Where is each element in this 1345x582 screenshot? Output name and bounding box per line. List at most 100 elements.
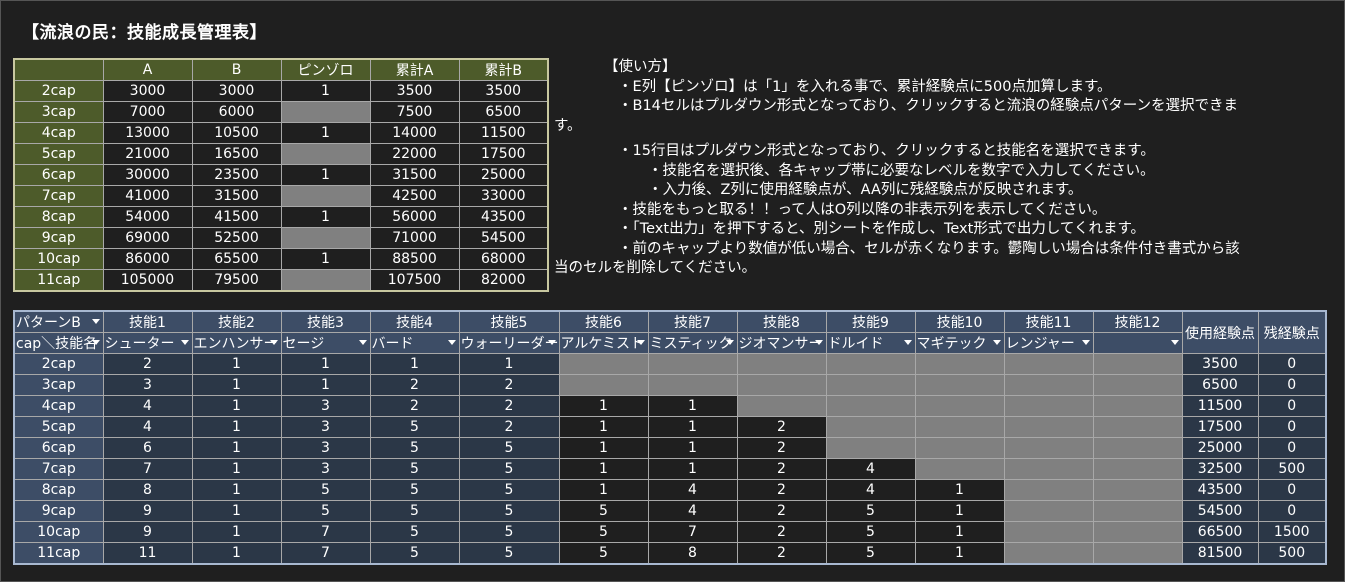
- skill-level-cell[interactable]: [914, 458, 1005, 480]
- corner-cell[interactable]: [13, 58, 104, 81]
- chevron-down-icon[interactable]: [725, 340, 734, 345]
- total-b-cell[interactable]: 82000: [458, 269, 549, 292]
- skill-name-dropdown-3[interactable]: セージ: [280, 332, 371, 354]
- cap-cell[interactable]: 9cap: [13, 500, 104, 522]
- cap-cell[interactable]: 7cap: [13, 458, 104, 480]
- skill-header-3[interactable]: 技能3: [280, 310, 371, 333]
- skill-header-4[interactable]: 技能4: [369, 310, 460, 333]
- remaining-exp-cell[interactable]: 0: [1257, 479, 1327, 501]
- skill-level-cell[interactable]: 3: [280, 416, 371, 438]
- cap-cell[interactable]: 2cap: [13, 353, 104, 375]
- chevron-down-icon[interactable]: [447, 340, 456, 345]
- used-exp-cell[interactable]: 3500: [1181, 353, 1259, 375]
- remaining-exp-cell[interactable]: 0: [1257, 437, 1327, 459]
- skill-level-cell[interactable]: [1003, 479, 1094, 501]
- total-b-cell[interactable]: 54500: [458, 227, 549, 249]
- total-a-cell[interactable]: 31500: [369, 164, 460, 186]
- skill-level-cell[interactable]: 8: [102, 479, 193, 501]
- skill-level-cell[interactable]: 5: [825, 500, 916, 522]
- skill-level-cell[interactable]: 4: [825, 479, 916, 501]
- skill-level-cell[interactable]: [1003, 374, 1094, 396]
- skill-name-dropdown-4[interactable]: バード: [369, 332, 460, 354]
- total-a-cell[interactable]: 14000: [369, 122, 460, 144]
- cap-cell[interactable]: 7cap: [13, 185, 104, 207]
- used-exp-cell[interactable]: 6500: [1181, 374, 1259, 396]
- skill-level-cell[interactable]: [914, 353, 1005, 375]
- chevron-down-icon[interactable]: [269, 340, 278, 345]
- skill-level-cell[interactable]: 2: [736, 479, 827, 501]
- skill-level-cell[interactable]: 3: [280, 458, 371, 480]
- skill-level-cell[interactable]: [558, 353, 649, 375]
- header-total-a[interactable]: 累計A: [369, 58, 460, 81]
- used-exp-cell[interactable]: 11500: [1181, 395, 1259, 417]
- skill-name-dropdown-12[interactable]: [1092, 332, 1183, 354]
- skill-level-cell[interactable]: 1: [647, 437, 738, 459]
- used-exp-cell[interactable]: 54500: [1181, 500, 1259, 522]
- skill-level-cell[interactable]: [825, 416, 916, 438]
- remaining-exp-cell[interactable]: 0: [1257, 374, 1327, 396]
- total-b-cell[interactable]: 33000: [458, 185, 549, 207]
- skill-level-cell[interactable]: [1092, 521, 1183, 543]
- used-exp-cell[interactable]: 43500: [1181, 479, 1259, 501]
- skill-header-10[interactable]: 技能10: [914, 310, 1005, 333]
- skill-level-cell[interactable]: 9: [102, 521, 193, 543]
- skill-header-6[interactable]: 技能6: [558, 310, 649, 333]
- skill-level-cell[interactable]: 1: [280, 374, 371, 396]
- pinzoro-cell[interactable]: [280, 269, 371, 292]
- skill-level-cell[interactable]: 3: [280, 395, 371, 417]
- remaining-exp-cell[interactable]: 0: [1257, 416, 1327, 438]
- skill-level-cell[interactable]: 7: [280, 542, 371, 565]
- pinzoro-cell[interactable]: [280, 143, 371, 165]
- skill-level-cell[interactable]: [647, 353, 738, 375]
- pinzoro-cell[interactable]: 1: [280, 248, 371, 270]
- value-b-cell[interactable]: 31500: [191, 185, 282, 207]
- skill-level-cell[interactable]: 1: [558, 416, 649, 438]
- skill-level-cell[interactable]: 1: [458, 353, 560, 375]
- chevron-down-icon[interactable]: [91, 340, 100, 345]
- total-b-cell[interactable]: 3500: [458, 80, 549, 102]
- value-b-cell[interactable]: 52500: [191, 227, 282, 249]
- skill-level-cell[interactable]: 5: [458, 458, 560, 480]
- skill-level-cell[interactable]: [1092, 542, 1183, 565]
- skill-level-cell[interactable]: [736, 374, 827, 396]
- skill-level-cell[interactable]: 1: [191, 500, 282, 522]
- used-exp-cell[interactable]: 17500: [1181, 416, 1259, 438]
- skill-level-cell[interactable]: 1: [191, 353, 282, 375]
- total-a-cell[interactable]: 3500: [369, 80, 460, 102]
- skill-level-cell[interactable]: [647, 374, 738, 396]
- skill-level-cell[interactable]: [1003, 500, 1094, 522]
- value-b-cell[interactable]: 79500: [191, 269, 282, 292]
- skill-level-cell[interactable]: 2: [736, 500, 827, 522]
- skill-level-cell[interactable]: 1: [914, 479, 1005, 501]
- skill-level-cell[interactable]: 5: [558, 500, 649, 522]
- value-b-cell[interactable]: 65500: [191, 248, 282, 270]
- skill-level-cell[interactable]: [1003, 458, 1094, 480]
- skill-level-cell[interactable]: 4: [647, 479, 738, 501]
- skill-header-9[interactable]: 技能9: [825, 310, 916, 333]
- total-a-cell[interactable]: 22000: [369, 143, 460, 165]
- skill-level-cell[interactable]: 2: [369, 395, 460, 417]
- skill-level-cell[interactable]: 4: [825, 458, 916, 480]
- skill-level-cell[interactable]: [1092, 458, 1183, 480]
- skill-level-cell[interactable]: [1092, 374, 1183, 396]
- chevron-down-icon[interactable]: [992, 340, 1001, 345]
- skill-level-cell[interactable]: [914, 374, 1005, 396]
- skill-level-cell[interactable]: 1: [914, 521, 1005, 543]
- skill-level-cell[interactable]: 1: [914, 500, 1005, 522]
- skill-name-dropdown-1[interactable]: シューター: [102, 332, 193, 354]
- skill-level-cell[interactable]: 1: [191, 437, 282, 459]
- cap-cell[interactable]: 3cap: [13, 374, 104, 396]
- skill-level-cell[interactable]: [914, 437, 1005, 459]
- skill-header-5[interactable]: 技能5: [458, 310, 560, 333]
- skill-level-cell[interactable]: 1: [191, 374, 282, 396]
- pinzoro-cell[interactable]: [280, 101, 371, 123]
- skill-level-cell[interactable]: [1092, 437, 1183, 459]
- skill-level-cell[interactable]: 1: [647, 458, 738, 480]
- chevron-down-icon[interactable]: [1081, 340, 1090, 345]
- skill-level-cell[interactable]: 1: [558, 458, 649, 480]
- value-b-cell[interactable]: 23500: [191, 164, 282, 186]
- skill-level-cell[interactable]: 5: [458, 500, 560, 522]
- skill-level-cell[interactable]: 5: [458, 479, 560, 501]
- skill-level-cell[interactable]: 1: [647, 395, 738, 417]
- chevron-down-icon[interactable]: [358, 340, 367, 345]
